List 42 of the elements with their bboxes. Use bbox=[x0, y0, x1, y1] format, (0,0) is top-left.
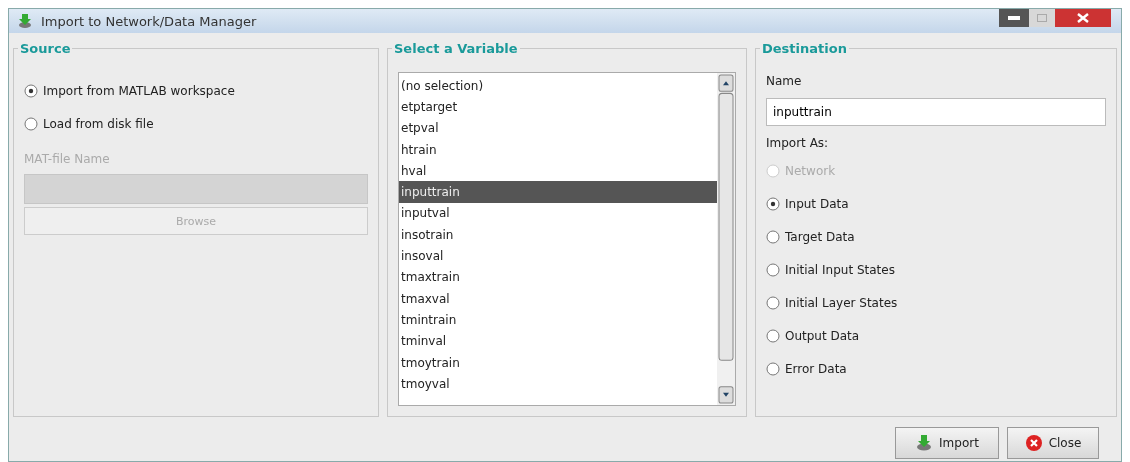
window-title: Import to Network/Data Manager bbox=[41, 13, 257, 29]
radio-button[interactable]: Error Data bbox=[766, 352, 1106, 385]
panel-title: Select a Variable bbox=[393, 41, 519, 56]
list-item[interactable]: tmaxval bbox=[399, 287, 717, 310]
scrollbar[interactable] bbox=[717, 73, 735, 405]
list-item[interactable]: tmintrain bbox=[399, 309, 717, 331]
list-item[interactable]: etpval bbox=[399, 117, 717, 139]
list-item[interactable]: (no selection) bbox=[399, 75, 717, 97]
close-icon bbox=[1077, 13, 1089, 23]
list-item[interactable]: tmaxtrain bbox=[399, 266, 717, 288]
radio-button[interactable]: Input Data bbox=[766, 187, 1106, 220]
list-item[interactable]: inputval bbox=[399, 202, 717, 225]
close-button[interactable]: Close bbox=[1007, 427, 1099, 459]
list-item[interactable]: insoval bbox=[399, 245, 717, 267]
list-item[interactable]: hval bbox=[399, 160, 717, 182]
list-item[interactable]: htrain bbox=[399, 138, 717, 161]
name-field[interactable]: inputtrain bbox=[766, 98, 1106, 126]
field-label: Name bbox=[766, 74, 803, 88]
close-icon bbox=[1024, 434, 1043, 452]
list-item[interactable]: inputtrain bbox=[399, 181, 717, 203]
close-button[interactable] bbox=[1055, 9, 1111, 27]
radio-button[interactable]: Target Data bbox=[766, 220, 1106, 253]
list-item[interactable]: etptarget bbox=[399, 96, 717, 118]
radio-button[interactable]: Initial Input States bbox=[766, 253, 1106, 286]
list-item[interactable]: tmoytrain bbox=[399, 351, 717, 374]
minimize-icon bbox=[1008, 16, 1020, 20]
field-label: MAT-file Name bbox=[24, 152, 111, 166]
radio-button[interactable]: Output Data bbox=[766, 319, 1106, 352]
maximize-icon bbox=[1037, 14, 1047, 22]
import-icon bbox=[915, 434, 934, 452]
app-icon bbox=[17, 13, 33, 29]
radio-button[interactable]: Load from disk file bbox=[24, 107, 368, 140]
radio-button[interactable]: Initial Layer States bbox=[766, 286, 1106, 319]
panel-title: Source bbox=[19, 41, 72, 56]
import-button[interactable]: Import bbox=[895, 427, 999, 459]
field-label: Import As: bbox=[766, 136, 830, 150]
radio-button[interactable]: Import from MATLAB workspace bbox=[24, 74, 368, 107]
list-item[interactable]: tminval bbox=[399, 330, 717, 352]
list-item[interactable]: tmoyval bbox=[399, 373, 717, 395]
panel-title: Destination bbox=[761, 41, 848, 56]
minimize-button[interactable] bbox=[999, 9, 1029, 27]
list-item[interactable]: insotrain bbox=[399, 224, 717, 246]
